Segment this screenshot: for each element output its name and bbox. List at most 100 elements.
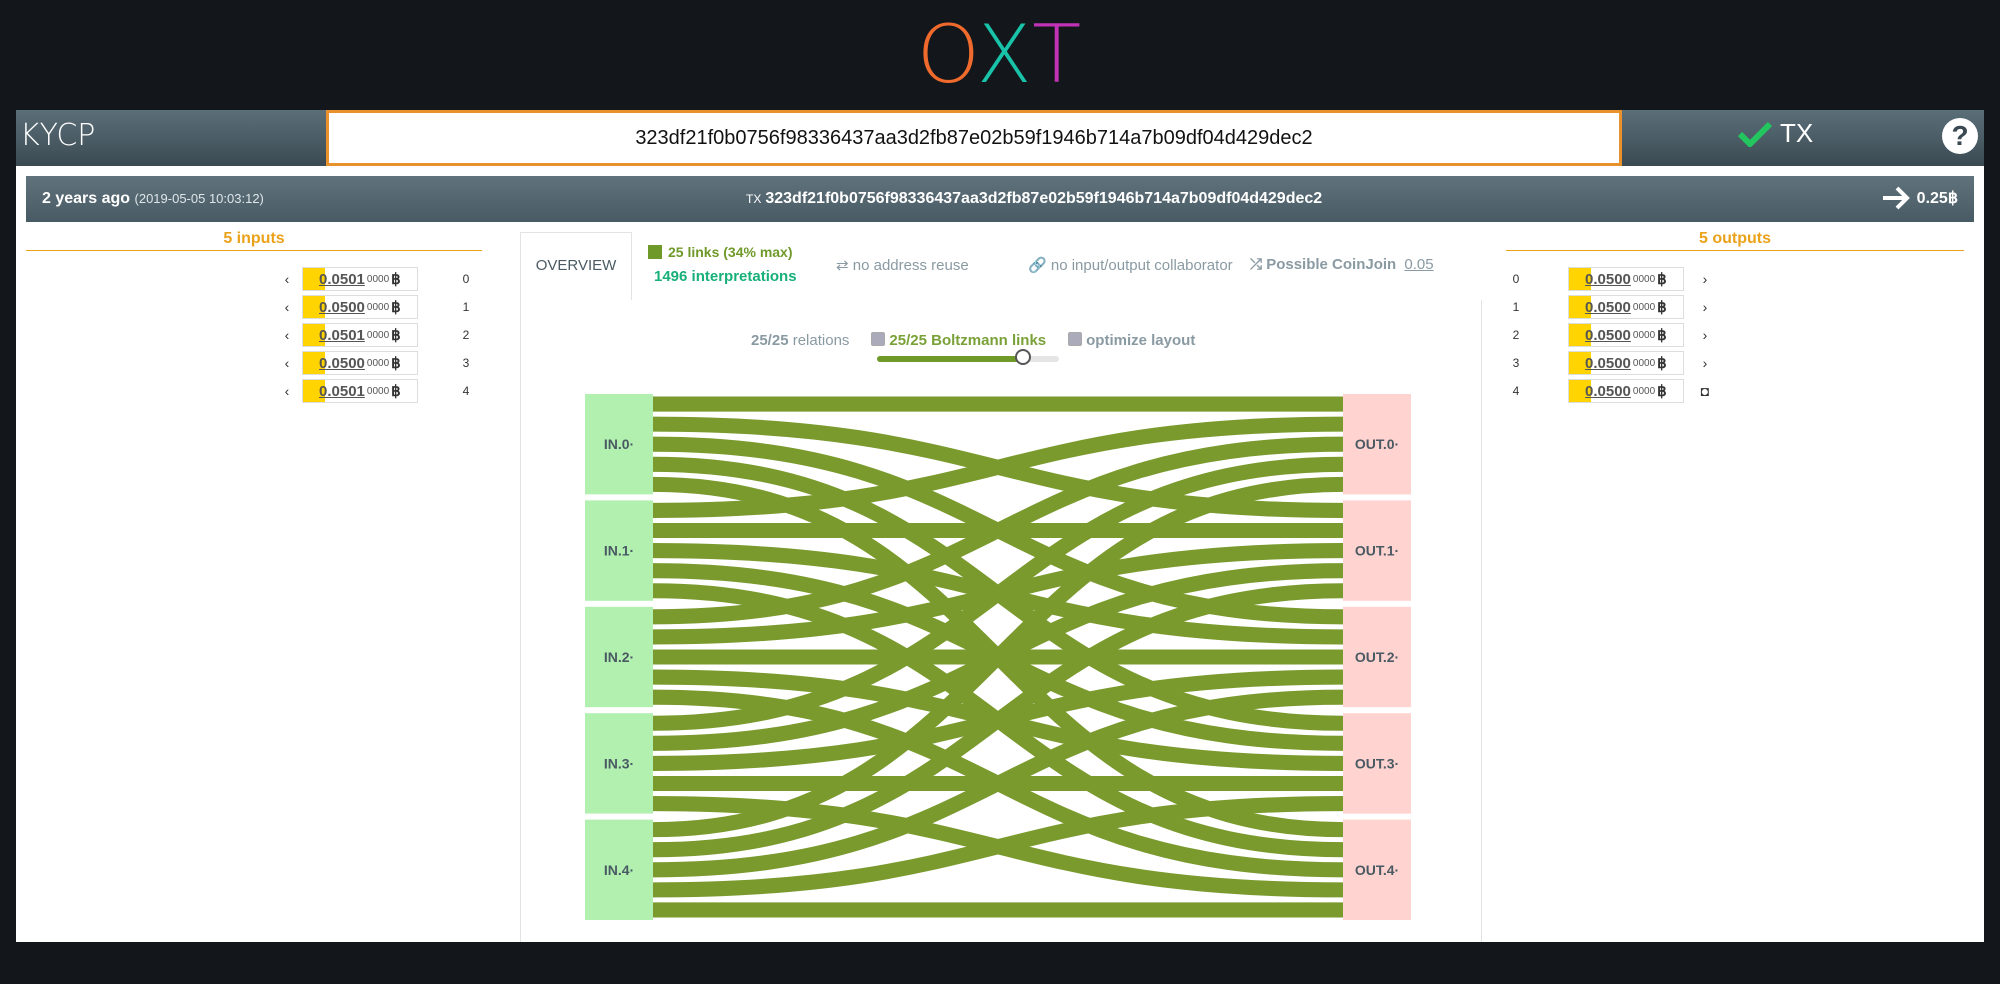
btc-unit: ฿	[1657, 383, 1667, 400]
slider-fill	[877, 356, 1023, 362]
output-node-label: OUT.3·	[1355, 755, 1399, 771]
sankey-output-node[interactable]: OUT.4·	[1343, 819, 1411, 920]
page-title: KYCP	[20, 118, 96, 153]
coinjoin-label: Possible CoinJoin	[1266, 256, 1397, 273]
output-row: 2 0.0500 0000 ฿ ›	[1506, 322, 1712, 348]
btc-unit: ฿	[391, 271, 401, 288]
input-amount[interactable]: 0.0501 0000 ฿	[302, 323, 418, 347]
chevron-left-icon[interactable]: ‹	[280, 355, 294, 371]
search-bar: KYCP 323df21f0b0756f98336437aa3d2fb87e02…	[16, 110, 1984, 166]
input-node-label: IN.0·	[604, 436, 634, 452]
links-slider[interactable]	[877, 349, 1059, 365]
sankey-output-node[interactable]: OUT.2·	[1343, 606, 1411, 708]
optimize-toggle[interactable]: optimize layout	[1068, 332, 1195, 349]
tx-total-value: 0.25฿	[1916, 190, 1958, 207]
chevron-left-icon[interactable]: ‹	[280, 327, 294, 343]
relations-count: 25/25	[751, 332, 789, 349]
output-amount[interactable]: 0.0500 0000 ฿	[1568, 267, 1684, 291]
amount-tail: 0000	[1632, 357, 1656, 369]
btc-unit: ฿	[391, 327, 401, 344]
btc-unit: ฿	[1657, 271, 1667, 288]
sankey-output-node[interactable]: OUT.3·	[1343, 713, 1411, 814]
search-input[interactable]: 323df21f0b0756f98336437aa3d2fb87e02b59f1…	[326, 110, 1622, 166]
input-amount[interactable]: 0.0500 0000 ฿	[302, 295, 418, 319]
input-amount[interactable]: 0.0501 0000 ฿	[302, 379, 418, 403]
output-amount[interactable]: 0.0500 0000 ฿	[1568, 379, 1684, 403]
amount-tail: 0000	[366, 357, 390, 369]
output-amount[interactable]: 0.0500 0000 ฿	[1568, 295, 1684, 319]
sankey-input-node[interactable]: IN.1·	[585, 500, 653, 601]
input-amount[interactable]: 0.0501 0000 ฿	[302, 267, 418, 291]
amount-value: 0.0500	[1585, 298, 1631, 316]
input-index: 0	[462, 272, 470, 286]
amount-value: 0.0501	[319, 270, 365, 288]
chevron-left-icon[interactable]: ‹	[280, 271, 294, 287]
input-index: 3	[462, 356, 470, 370]
input-amount[interactable]: 0.0500 0000 ฿	[302, 351, 418, 375]
boltzmann-toggle[interactable]: 25/25 Boltzmann links	[871, 332, 1046, 349]
amount-tail: 0000	[1632, 301, 1656, 313]
chevron-right-icon[interactable]: ›	[1698, 355, 1712, 371]
tx-id-text[interactable]: 323df21f0b0756f98336437aa3d2fb87e02b59f1…	[765, 190, 1322, 207]
optimize-label: optimize layout	[1086, 332, 1196, 349]
mode-label: TX	[1780, 118, 1814, 148]
btc-unit: ฿	[1657, 327, 1667, 344]
amount-value: 0.0500	[1585, 382, 1631, 400]
sankey-input-node[interactable]: IN.4·	[585, 819, 653, 920]
output-row: 1 0.0500 0000 ฿ ›	[1506, 294, 1712, 320]
amount-tail: 0000	[1632, 273, 1656, 285]
logo-t: T	[1032, 8, 1084, 101]
checkbox-icon[interactable]	[1068, 332, 1083, 346]
amount-value: 0.0500	[1585, 270, 1631, 288]
output-index: 0	[1512, 272, 1520, 286]
slider-handle[interactable]	[1014, 349, 1031, 365]
amount-value: 0.0500	[1585, 354, 1631, 372]
no-address-reuse-label: no address reuse	[852, 257, 969, 274]
output-node-label: OUT.0·	[1355, 436, 1399, 452]
sankey-output-node[interactable]: OUT.1·	[1343, 500, 1411, 601]
sankey-input-node[interactable]: IN.0·	[585, 394, 653, 495]
tx-total: 0.25฿	[1881, 186, 1958, 210]
tx-age: 2 years ago (2019-05-05 10:03:12)	[42, 190, 264, 208]
no-address-reuse-badge: ⇄ no address reuse	[836, 256, 969, 274]
help-icon[interactable]: ?	[1942, 118, 1978, 154]
chevron-right-icon[interactable]: ›	[1698, 271, 1712, 287]
amount-value: 0.0500	[1585, 326, 1631, 344]
amount-tail: 0000	[366, 385, 390, 397]
oxt-logo[interactable]: OXT	[0, 10, 2000, 100]
output-index: 1	[1512, 300, 1520, 314]
chevron-right-icon[interactable]: ›	[1698, 327, 1712, 343]
output-row: 3 0.0500 0000 ฿ ›	[1506, 350, 1712, 376]
interpretations-stat: 1496 interpretations	[654, 268, 797, 285]
sankey-input-node[interactable]: IN.3·	[585, 713, 653, 814]
input-node-label: IN.1·	[604, 543, 634, 559]
outputs-heading: 5 outputs	[1506, 230, 1964, 251]
output-node-label: OUT.2·	[1355, 649, 1399, 665]
checkbox-icon[interactable]	[871, 332, 886, 346]
link-icon: 🔗	[1028, 257, 1047, 274]
tx-id: TX 323df21f0b0756f98336437aa3d2fb87e02b59…	[746, 190, 1322, 208]
analysis-tabs: OVERVIEW 25 links (34% max) 1496 interpr…	[520, 232, 1482, 300]
coinjoin-score[interactable]: 0.05	[1404, 256, 1433, 273]
input-index: 1	[462, 300, 470, 314]
tx-mode-indicator[interactable]: TX	[1738, 118, 1813, 149]
amount-tail: 0000	[366, 273, 390, 285]
sankey-input-node[interactable]: IN.2·	[585, 606, 653, 708]
output-index: 3	[1512, 356, 1520, 370]
chevron-left-icon[interactable]: ‹	[280, 383, 294, 399]
amount-value: 0.0500	[319, 354, 365, 372]
amount-tail: 0000	[1632, 385, 1656, 397]
tx-date: (2019-05-05 10:03:12)	[134, 191, 264, 206]
chevron-left-icon[interactable]: ‹	[280, 299, 294, 315]
tab-overview[interactable]: OVERVIEW	[520, 232, 632, 300]
chevron-right-icon[interactable]: ›	[1698, 299, 1712, 315]
graph-area: 25/25 relations 25/25 Boltzmann links op…	[520, 300, 1482, 942]
no-collaborator-label: no input/output collaborator	[1050, 257, 1233, 274]
sankey-output-node[interactable]: OUT.0·	[1343, 394, 1411, 495]
input-row: ‹ 0.0501 0000 ฿ 0	[280, 266, 476, 292]
input-row: ‹ 0.0501 0000 ฿ 4	[280, 378, 476, 404]
arrow-right-icon	[1882, 186, 1910, 210]
output-amount[interactable]: 0.0500 0000 ฿	[1568, 323, 1684, 347]
output-node-label: OUT.1·	[1355, 543, 1399, 559]
output-amount[interactable]: 0.0500 0000 ฿	[1568, 351, 1684, 375]
